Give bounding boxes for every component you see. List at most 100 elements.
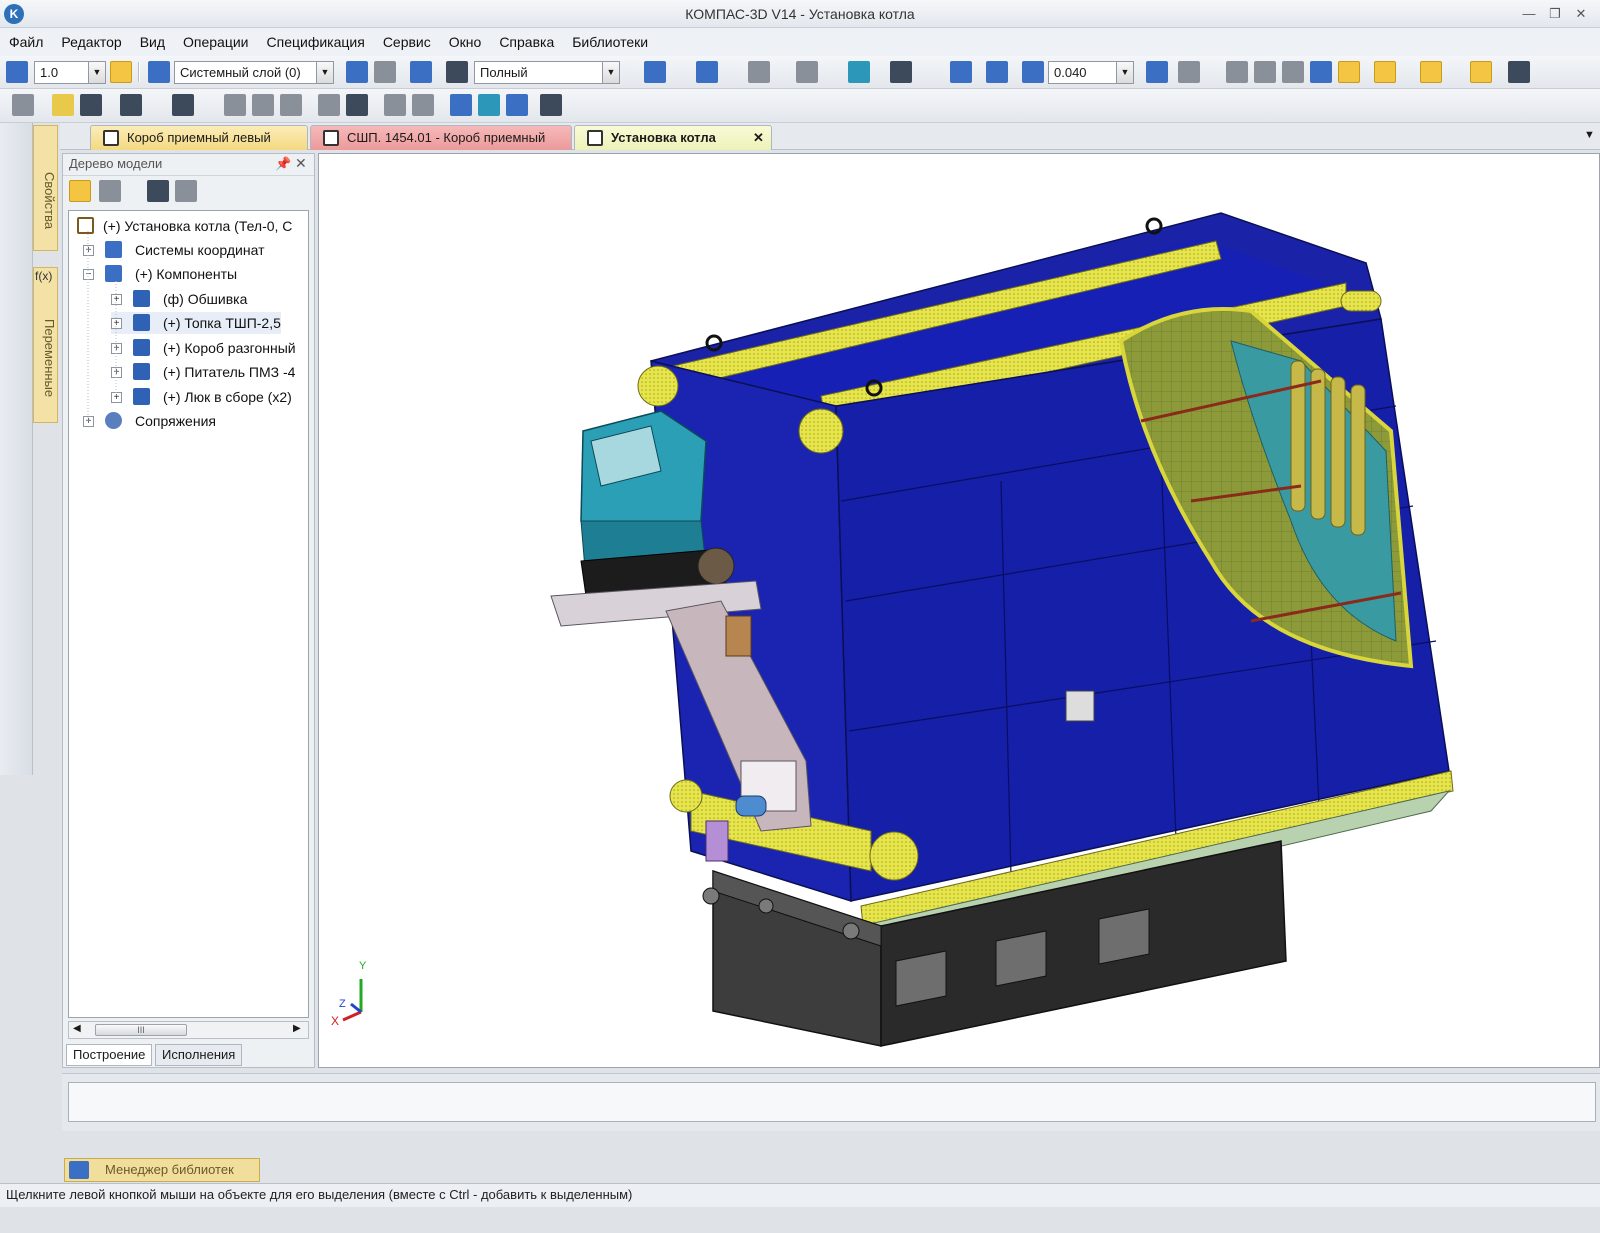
copy-icon[interactable] (252, 94, 274, 116)
manager-icon[interactable] (478, 94, 500, 116)
tool-assembly-9-icon[interactable] (7, 689, 27, 709)
tool-assembly-1-icon[interactable] (7, 449, 27, 469)
close-tab-icon[interactable]: ✕ (753, 126, 764, 149)
snap-point-icon[interactable] (6, 61, 28, 83)
orientation-icon[interactable] (696, 61, 718, 83)
local-cs-icon[interactable] (346, 61, 368, 83)
format-painter-icon[interactable] (318, 94, 340, 116)
view-hidden-icon[interactable] (1254, 61, 1276, 83)
spatial-curves-icon[interactable] (7, 171, 27, 191)
minimize-icon[interactable]: — (1516, 4, 1542, 24)
check-icon[interactable] (410, 61, 432, 83)
specification-icon[interactable] (7, 325, 27, 345)
menu-editor[interactable]: Редактор (52, 28, 130, 56)
zoom-window-icon[interactable] (950, 61, 972, 83)
view-shaded-edges-icon[interactable] (1338, 61, 1360, 83)
tree-history-icon[interactable] (175, 180, 197, 202)
tabs-menu-chevron-icon[interactable]: ▼ (1584, 129, 1595, 141)
chevron-down-icon[interactable]: ▼ (1116, 62, 1133, 83)
edit-operations-icon[interactable] (7, 127, 27, 147)
scroll-left-icon[interactable]: ◀ (73, 1023, 81, 1034)
variables-side-tab[interactable]: Переменные (33, 267, 58, 423)
rotate-icon[interactable] (1146, 61, 1168, 83)
tree-view-mode-icon[interactable] (99, 180, 121, 202)
tool-assembly-6-icon[interactable] (7, 597, 27, 617)
sheet-metal-icon[interactable] (7, 391, 27, 411)
menu-file[interactable]: Файл (0, 28, 52, 56)
tool-assembly-11-icon[interactable] (7, 745, 27, 765)
dimensions-icon[interactable] (7, 281, 27, 301)
pipes-icon[interactable] (7, 413, 27, 433)
select-mode-icon[interactable] (1420, 61, 1442, 83)
dimension-icon[interactable] (890, 61, 912, 83)
properties-field[interactable] (68, 1082, 1596, 1122)
select-filter-icon[interactable] (1374, 61, 1396, 83)
display-mode-combo[interactable]: Полный ▼ (474, 61, 620, 84)
pin-icon[interactable]: 📌 (275, 156, 291, 172)
light-icon[interactable] (796, 61, 818, 83)
help-pointer-icon[interactable] (540, 94, 562, 116)
menu-operations[interactable]: Операции (174, 28, 258, 56)
view-wireframe-icon[interactable] (1226, 61, 1248, 83)
tool-assembly-3-icon[interactable] (7, 505, 27, 525)
library-icon[interactable] (450, 94, 472, 116)
tool-assembly-5-icon[interactable] (7, 569, 27, 589)
layers-icon[interactable] (148, 61, 170, 83)
preview-icon[interactable] (172, 94, 194, 116)
library-manager-tab[interactable]: Менеджер библиотек (64, 1158, 260, 1182)
layer-combo[interactable]: Системный слой (0) ▼ (174, 61, 334, 84)
tool-assembly-8-icon[interactable] (7, 661, 27, 681)
auxiliary-geometry-icon[interactable] (7, 237, 27, 257)
tab-doc-boiler[interactable]: Установка котла ✕ (574, 125, 772, 150)
close-icon[interactable]: ✕ (1568, 4, 1594, 24)
scroll-right-icon[interactable]: ▶ (293, 1023, 301, 1034)
selection-filters-icon[interactable] (7, 303, 27, 323)
3d-viewport[interactable]: Y Z X (318, 153, 1600, 1068)
tool-assembly-4-icon[interactable] (7, 533, 27, 553)
properties-side-tab[interactable]: Свойства (33, 125, 58, 251)
menu-help[interactable]: Справка (490, 28, 563, 56)
redo-icon[interactable] (412, 94, 434, 116)
tool-assembly-7-icon[interactable] (7, 633, 27, 653)
undo-icon[interactable] (384, 94, 406, 116)
new-file-icon[interactable] (12, 94, 34, 116)
tab-doc-shp[interactable]: СШП. 1454.01 - Короб приемный (310, 125, 572, 150)
arrays-icon[interactable] (7, 215, 27, 235)
render-style-icon[interactable] (644, 61, 666, 83)
material-icon[interactable] (848, 61, 870, 83)
zoom-combo[interactable]: 0.040 ▼ (1048, 61, 1134, 84)
menu-window[interactable]: Окно (440, 28, 491, 56)
open-file-icon[interactable] (52, 94, 74, 116)
tree-horizontal-scrollbar[interactable]: ◀ III ▶ (68, 1021, 309, 1039)
step-combo[interactable]: 1.0 ▼ (34, 61, 106, 84)
scroll-thumb[interactable]: III (95, 1024, 187, 1036)
chevron-down-icon[interactable]: ▼ (316, 62, 333, 83)
zoom-scale-icon[interactable] (1022, 61, 1044, 83)
tab-construction[interactable]: Построение (66, 1044, 153, 1066)
tool-assembly-10-icon[interactable] (7, 717, 27, 737)
zoom-all-icon[interactable] (986, 61, 1008, 83)
tree-structure-icon[interactable] (69, 180, 91, 202)
maximize-icon[interactable]: ❐ (1542, 4, 1568, 24)
snap-toggle-icon[interactable] (110, 61, 132, 83)
menu-service[interactable]: Сервис (374, 28, 440, 56)
tab-variants[interactable]: Исполнения (155, 1044, 243, 1066)
tool-assembly-2-icon[interactable] (7, 477, 27, 497)
chevron-down-icon[interactable]: ▼ (602, 62, 619, 83)
properties-icon[interactable] (346, 94, 368, 116)
perspective-icon[interactable] (1470, 61, 1492, 83)
close-panel-icon[interactable]: ✕ (295, 155, 307, 172)
cut-icon[interactable] (224, 94, 246, 116)
menu-specification[interactable]: Спецификация (258, 28, 374, 56)
save-icon[interactable] (80, 94, 102, 116)
section-icon[interactable] (748, 61, 770, 83)
view-shaded-icon[interactable] (1310, 61, 1332, 83)
menu-view[interactable]: Вид (131, 28, 174, 56)
paste-icon[interactable] (280, 94, 302, 116)
chevron-down-icon[interactable]: ▼ (88, 62, 105, 83)
filter-icon[interactable] (446, 61, 468, 83)
menu-libraries[interactable]: Библиотеки (563, 28, 657, 56)
tab-doc-box-left[interactable]: Короб приемный левый (90, 125, 308, 150)
parts-icon[interactable] (7, 149, 27, 169)
mates-icon[interactable] (7, 259, 27, 279)
